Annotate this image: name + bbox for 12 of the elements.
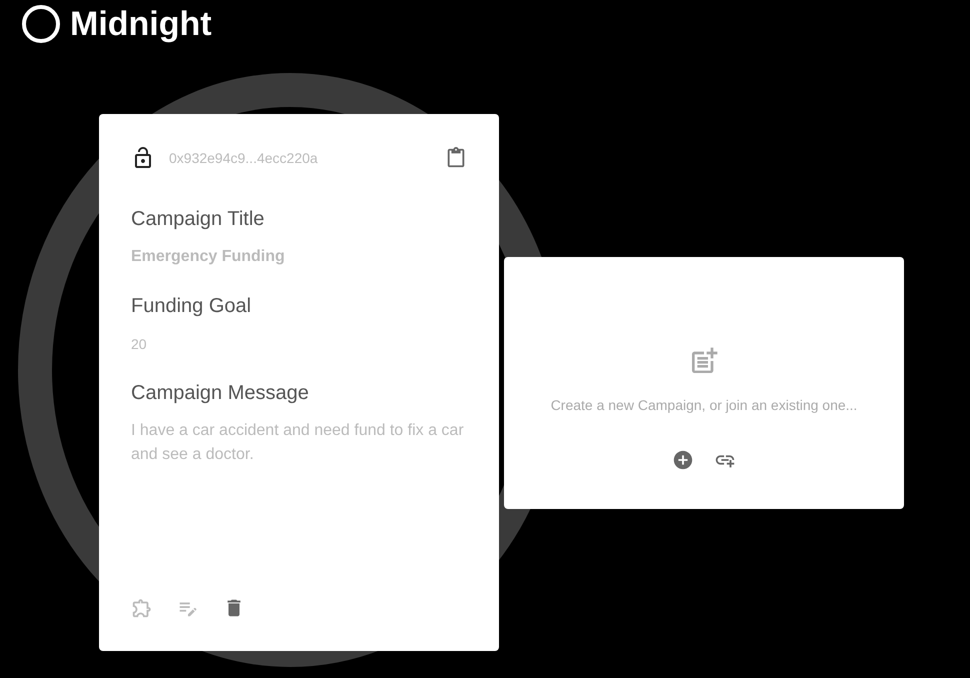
new-campaign-message: Create a new Campaign, or join an existing one... xyxy=(550,397,858,413)
clipboard-icon[interactable] xyxy=(445,147,467,169)
logo-icon xyxy=(22,5,60,43)
field-value: I have a car accident and need fund to fix a car and see a doctor. xyxy=(131,421,465,465)
add-icon[interactable] xyxy=(672,449,694,471)
wallet-address: 0x932e94c9...4ecc220a xyxy=(169,150,319,166)
field-label: Campaign Title xyxy=(131,208,266,231)
field-value: 20 xyxy=(131,335,148,354)
logo-text: Midnight xyxy=(70,4,212,44)
field-label: Funding Goal xyxy=(131,295,252,318)
field-label: Campaign Message xyxy=(131,382,310,405)
field-value: Emergency Funding xyxy=(131,247,286,267)
